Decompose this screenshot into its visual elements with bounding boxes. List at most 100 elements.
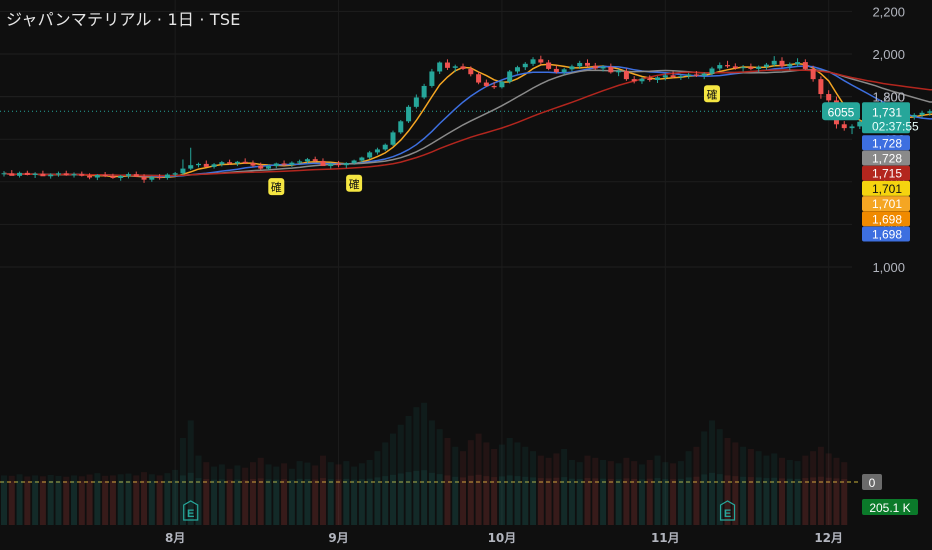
volume-bar (358, 479, 365, 525)
candle-body (9, 173, 15, 176)
volume-shadow (156, 475, 163, 482)
candle-body (678, 76, 684, 78)
candle-body (359, 157, 365, 161)
volume-bar (71, 481, 78, 525)
candle-body (55, 173, 61, 175)
volume-bar (296, 478, 303, 525)
candle-body (927, 111, 932, 113)
candle-body (787, 64, 793, 67)
volume-shadow (491, 449, 498, 478)
candle-body (810, 68, 816, 80)
volume-bar (802, 478, 809, 525)
volume-bar (677, 478, 684, 525)
candle-body (608, 66, 614, 73)
x-tick-label: 12月 (814, 531, 843, 545)
volume-bar (413, 470, 420, 525)
volume-shadow (763, 455, 770, 479)
volume-shadow (281, 463, 288, 480)
candle-body (258, 165, 264, 169)
volume-bar (249, 479, 256, 525)
volume-bar (405, 472, 412, 525)
candle-body (413, 97, 419, 107)
candle-body (343, 163, 349, 166)
y-tick-label: 2,200 (872, 4, 905, 19)
volume-shadow (125, 473, 132, 481)
candle-body (211, 164, 217, 167)
candle-body (312, 159, 318, 161)
candle-body (569, 66, 575, 70)
candle-body (841, 124, 847, 129)
candle-body (297, 161, 303, 163)
volume-shadow (179, 438, 186, 476)
candle-body (87, 175, 93, 178)
ma-value-label: 1,698 (872, 212, 902, 226)
volume-shadow (662, 462, 669, 480)
moving-averages (3, 62, 932, 178)
volume-shadow (545, 457, 552, 479)
volume-shadow (631, 461, 638, 479)
price-chart[interactable]: 確確確EE 2,2002,0001,8001,000800600400200 8… (0, 0, 932, 550)
volume-bar (747, 477, 754, 525)
candle-body (203, 163, 209, 167)
candle-body (367, 152, 373, 158)
volume-shadow (335, 464, 342, 480)
volume-shadow (249, 462, 256, 480)
volume-bar (55, 481, 62, 525)
volume-shadow (786, 460, 793, 479)
volume-bar (615, 479, 622, 525)
volume-bar (164, 480, 171, 525)
volume-bar (646, 478, 653, 525)
candle-body (79, 174, 85, 176)
volume-shadow (413, 407, 420, 471)
volume-bar (498, 476, 505, 525)
volume-shadow (600, 460, 607, 479)
volume-bar (545, 478, 552, 525)
candle-body (701, 73, 707, 76)
volume-bar (211, 479, 218, 525)
candle-body (577, 62, 583, 67)
candle-body (818, 79, 824, 95)
volume-shadow (358, 463, 365, 480)
candle-body (748, 67, 754, 69)
candle-body (24, 172, 30, 175)
candle-body (32, 173, 38, 175)
volume-bar (257, 478, 264, 525)
volume-shadow (319, 455, 326, 479)
candle-body (616, 71, 622, 73)
candle-body (631, 79, 637, 82)
candle-body (320, 160, 326, 167)
candle-body (351, 160, 357, 164)
candle-body (304, 159, 310, 162)
volume-shadow (1, 475, 7, 482)
volume-shadow (405, 416, 412, 473)
volume-shadow (747, 449, 754, 478)
volume-bar (8, 481, 15, 525)
volume-shadow (771, 453, 778, 478)
confirm-marker-label: 確 (706, 87, 717, 101)
volume-bar (825, 477, 832, 525)
confirm-marker-label: 確 (271, 180, 282, 194)
volume-shadow (623, 457, 630, 479)
volume-bar (281, 479, 288, 525)
volume-shadow (288, 468, 295, 481)
volume-bar (833, 478, 840, 525)
volume-bar (716, 474, 723, 525)
ma-value-label: 1,728 (872, 136, 902, 150)
candle-body (289, 162, 295, 165)
volume-shadow (685, 451, 692, 478)
volume-bar (452, 476, 459, 525)
volume-shadow (444, 438, 451, 476)
volume-bar (382, 476, 389, 525)
volume-shadow (242, 467, 249, 480)
volume-shadow (693, 446, 700, 477)
candle-body (639, 78, 645, 82)
volume-shadow (141, 472, 148, 481)
volume-bar (125, 480, 132, 525)
candle-body (172, 173, 178, 175)
candle-body (382, 144, 388, 150)
volume-shadow (8, 475, 15, 482)
volume-bar (218, 479, 225, 525)
candle-body (180, 168, 186, 174)
candle-body (717, 65, 723, 69)
volume-bar (584, 478, 591, 525)
